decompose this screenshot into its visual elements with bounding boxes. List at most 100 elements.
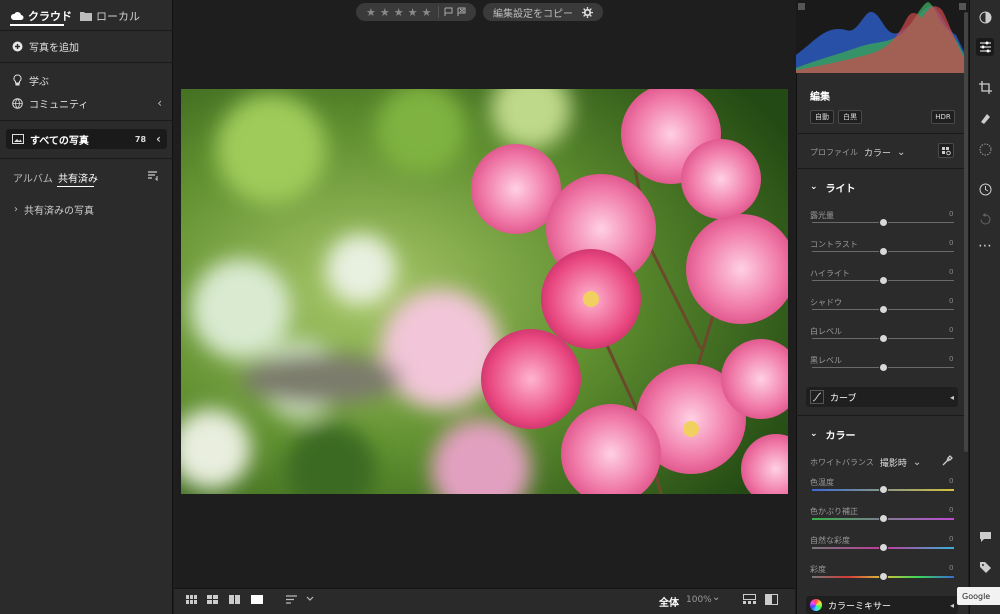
healing-brush-icon[interactable] bbox=[976, 108, 994, 126]
globe-icon bbox=[12, 97, 23, 109]
slider-knob[interactable] bbox=[878, 485, 888, 494]
slider-label: 彩度 bbox=[810, 565, 826, 574]
square-grid-view-icon[interactable] bbox=[186, 595, 198, 604]
photo-preview[interactable] bbox=[181, 89, 788, 494]
add-photos-button[interactable]: 写真を追加 bbox=[12, 38, 79, 54]
tag-icon[interactable] bbox=[976, 558, 994, 576]
eyedropper-icon[interactable] bbox=[941, 455, 953, 470]
slider-value[interactable]: 0 bbox=[949, 239, 953, 247]
all-photos-label: すべての写真 bbox=[30, 135, 89, 147]
slider-knob[interactable] bbox=[878, 572, 888, 581]
compare-view-icon[interactable] bbox=[229, 595, 241, 607]
community-link[interactable]: コミュニティ ‹ bbox=[12, 95, 162, 111]
slider-knob[interactable] bbox=[878, 514, 888, 523]
detail-view-icon[interactable] bbox=[251, 595, 263, 607]
star-icon[interactable]: ★ bbox=[394, 6, 404, 19]
tab-albums[interactable]: アルバム bbox=[13, 170, 53, 185]
hdr-button[interactable]: HDR bbox=[931, 110, 955, 124]
more-icon[interactable]: ⋯ bbox=[976, 237, 994, 255]
chevron-down-icon[interactable]: ⌄ bbox=[897, 147, 905, 158]
sort-icon[interactable] bbox=[147, 170, 159, 184]
star-icon[interactable]: ★ bbox=[366, 6, 376, 19]
filmstrip-icon[interactable] bbox=[743, 594, 756, 607]
highlight-clipping-toggle[interactable] bbox=[959, 3, 966, 10]
color-mixer-label: カラーミキサー bbox=[828, 601, 892, 612]
star-icon[interactable]: ★ bbox=[422, 6, 432, 19]
before-after-icon[interactable] bbox=[765, 594, 778, 608]
copy-settings-label: 編集設定をコピー bbox=[493, 8, 573, 20]
history-icon[interactable] bbox=[976, 180, 994, 198]
mask-icon[interactable] bbox=[976, 140, 994, 158]
slider-label: コントラスト bbox=[810, 240, 858, 249]
shared-photos-item[interactable]: › 共有済みの写真 bbox=[14, 201, 94, 217]
slider-value[interactable]: 0 bbox=[949, 268, 953, 276]
light-section-header[interactable]: ⌄ ライト bbox=[810, 180, 856, 195]
slider-knob[interactable] bbox=[878, 334, 888, 343]
panel-scrollbar[interactable] bbox=[964, 12, 968, 452]
rating-flag-group: ★ ★ ★ ★ ★ bbox=[356, 3, 476, 21]
zoom-level[interactable]: 100% bbox=[686, 595, 712, 605]
slider-value[interactable]: 0 bbox=[949, 355, 953, 363]
crop-icon[interactable] bbox=[976, 78, 994, 96]
divider bbox=[0, 158, 173, 159]
all-photos-item[interactable]: すべての写真 78 ‹ bbox=[6, 129, 167, 149]
slider-knob[interactable] bbox=[878, 276, 888, 285]
photo-grid-view-icon[interactable] bbox=[207, 595, 219, 607]
gear-icon[interactable] bbox=[582, 6, 593, 18]
color-section-header[interactable]: ⌄ カラー bbox=[810, 427, 856, 442]
flag-pick-icon[interactable] bbox=[444, 7, 453, 17]
slider-knob[interactable] bbox=[878, 363, 888, 372]
rose-photo bbox=[181, 89, 788, 494]
divider bbox=[0, 62, 173, 63]
flag-reject-icon[interactable] bbox=[457, 7, 466, 17]
auto-button[interactable]: 自動 bbox=[810, 110, 834, 124]
fit-zoom-button[interactable]: 全体 bbox=[659, 594, 679, 609]
slider-value[interactable]: 0 bbox=[949, 297, 953, 305]
slider-value[interactable]: 0 bbox=[949, 506, 953, 514]
chevron-down-icon[interactable]: ⌄ bbox=[712, 592, 720, 603]
star-icon[interactable]: ★ bbox=[380, 6, 390, 19]
chevron-down-icon[interactable]: ⌄ bbox=[913, 457, 921, 468]
slider-knob[interactable] bbox=[878, 305, 888, 314]
edit-title: 編集 bbox=[810, 92, 830, 103]
slider-value[interactable]: 0 bbox=[949, 326, 953, 334]
slider-value[interactable]: 0 bbox=[949, 535, 953, 543]
tab-local[interactable]: ローカル bbox=[80, 8, 140, 24]
chevron-left-icon: ◂ bbox=[949, 600, 954, 610]
wb-dropdown[interactable]: 撮影時 bbox=[880, 456, 907, 469]
sort-order-icon[interactable] bbox=[285, 594, 315, 608]
presets-icon[interactable] bbox=[976, 8, 994, 26]
slider-value[interactable]: 0 bbox=[949, 210, 953, 218]
learn-link[interactable]: 学ぶ bbox=[12, 72, 49, 88]
color-mixer-header[interactable]: カラーミキサー ◂ bbox=[806, 596, 958, 614]
left-sidebar bbox=[0, 0, 173, 614]
star-icon[interactable]: ★ bbox=[408, 6, 418, 19]
shared-photos-label: 共有済みの写真 bbox=[24, 205, 94, 217]
slider-label: 色かぶり補正 bbox=[810, 507, 858, 516]
tab-cloud[interactable]: クラウド bbox=[10, 8, 72, 24]
folder-icon bbox=[80, 12, 92, 21]
light-title: ライト bbox=[825, 183, 856, 195]
chevron-right-icon: › bbox=[14, 203, 18, 215]
tooltip: Google bbox=[957, 587, 1000, 605]
shadow-clipping-toggle[interactable] bbox=[798, 3, 805, 10]
edit-sliders-icon[interactable] bbox=[976, 38, 994, 56]
plus-circle-icon bbox=[12, 41, 23, 51]
slider-knob[interactable] bbox=[878, 247, 888, 256]
profile-dropdown[interactable]: カラー bbox=[864, 146, 891, 159]
chevron-left-icon: ◂ bbox=[949, 392, 954, 402]
copy-settings-button[interactable]: 編集設定をコピー bbox=[483, 3, 603, 21]
bw-button[interactable]: 白黒 bbox=[838, 110, 862, 124]
comment-icon[interactable] bbox=[976, 528, 994, 546]
slider-knob[interactable] bbox=[878, 543, 888, 552]
curve-panel-header[interactable]: カーブ ◂ bbox=[806, 387, 958, 407]
slider-value[interactable]: 0 bbox=[949, 477, 953, 485]
cloud-icon bbox=[10, 12, 24, 20]
profile-browser-icon[interactable] bbox=[938, 143, 954, 158]
slider-knob[interactable] bbox=[878, 218, 888, 227]
tab-shared[interactable]: 共有済み bbox=[58, 170, 98, 185]
versions-icon[interactable] bbox=[976, 210, 994, 228]
slider-value[interactable]: 0 bbox=[949, 564, 953, 572]
slider-label: シャドウ bbox=[810, 298, 842, 307]
lightbulb-icon bbox=[13, 74, 22, 86]
